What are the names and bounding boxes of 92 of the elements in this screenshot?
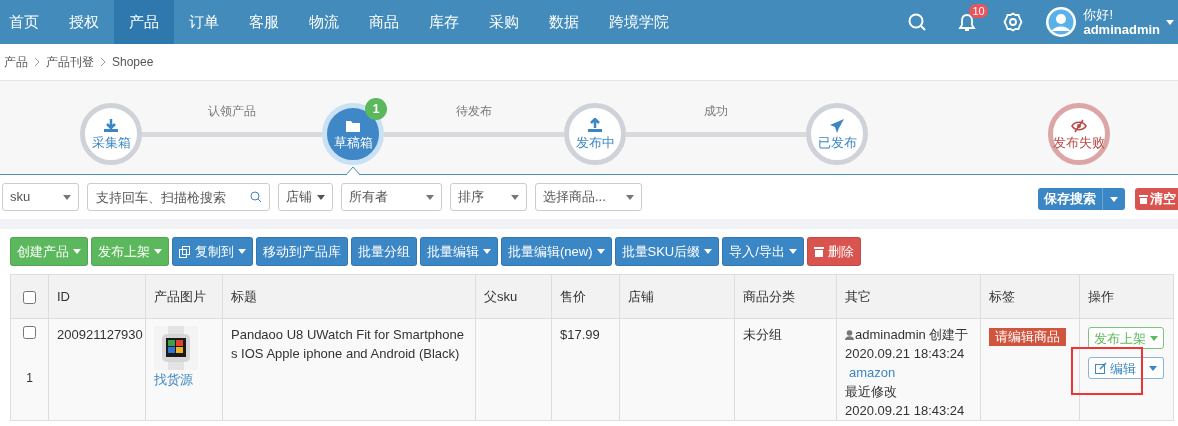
nav-tab[interactable]: 库存 [414,0,474,44]
column-header: 店铺 [628,288,654,304]
nav-tab[interactable]: 客服 [234,0,294,44]
toolbar-button[interactable]: 批量分组 [351,237,417,266]
breadcrumb-link[interactable]: 产品刊登 [46,53,94,71]
edit-button[interactable]: 编辑 [1088,357,1143,379]
column-header: ID [57,288,70,304]
caret-icon [511,194,519,200]
status-tag: 请编辑商品 [989,328,1066,346]
caret-icon [1150,335,1158,341]
select-dropdown[interactable]: 选择商品... [535,183,642,211]
step-label: 成功 [703,103,729,120]
toolbar-button[interactable]: 批量编辑(new) [501,237,612,266]
toolbar-button[interactable]: 批量编辑 [420,237,498,266]
column-header: 其它 [845,288,871,304]
toolbar-button[interactable]: 创建产品 [10,237,88,266]
toolbar-button[interactable]: 移动到产品库 [256,237,348,266]
row-checkbox[interactable] [23,326,36,339]
user-name: adminadmin [1083,22,1160,37]
column-header: 售价 [560,288,586,304]
caret-icon [626,194,634,200]
caret-icon [1166,19,1174,25]
column-header: 产品图片 [154,288,206,304]
search-icon [908,13,927,31]
plane-icon [829,117,845,133]
toolbar-button[interactable]: 删除 [806,237,861,266]
step-button[interactable]: 发布中 [564,103,626,165]
notifications-button[interactable]: 10 [941,0,994,44]
trash-icon [813,246,824,257]
caret-icon [63,194,71,200]
search-icon [250,191,262,203]
copy-icon [179,245,191,258]
toolbar-button[interactable]: 批量SKU后缀 [614,237,720,266]
column-header: 商品分类 [743,288,795,304]
trash-icon [1139,194,1148,204]
nav-tab[interactable]: 采购 [474,0,534,44]
price: $17.99 [560,327,600,342]
caret-icon [317,194,325,200]
edit-menu-button[interactable] [1143,357,1164,379]
shop-dropdown[interactable]: 店铺 [278,183,333,211]
category: 未分组 [743,327,782,342]
user-icon [845,329,854,340]
select-dropdown[interactable]: 排序 [450,183,527,211]
row-number: 1 [25,369,34,387]
download-icon [103,117,119,133]
nav-tab[interactable]: 物流 [294,0,354,44]
eye-slash-icon [1071,117,1087,133]
created-time: 2020.09.21 18:43:24 [845,346,965,361]
product-id: 200921127930 [57,327,143,342]
count-badge: 1 [365,98,387,120]
nav-tab[interactable]: 数据 [534,0,594,44]
step-button[interactable]: 采集箱 [80,103,142,165]
toolbar-button[interactable]: 发布上架 [91,237,169,266]
caret-icon [426,194,434,200]
step-label: 待发布 [455,103,493,120]
source-link[interactable]: 找货源 [154,370,214,389]
column-header: 操作 [1088,288,1114,304]
search-field[interactable]: 支持回车、扫描枪搜索 [87,183,270,211]
notification-badge: 10 [969,4,988,18]
select-dropdown[interactable]: 所有者 [341,183,442,211]
nav-tab[interactable]: 授权 [54,0,114,44]
nav-tab[interactable]: 产品 [114,0,174,44]
creator-text: adminadmin 创建于 [855,326,969,344]
select-dropdown[interactable]: sku [2,183,79,211]
publish-button[interactable]: 发布上架 [1088,327,1164,349]
upload-icon [587,117,603,133]
step-label: 认领产品 [207,103,257,120]
modified-label: 最近修改 [845,383,898,401]
nav-tab[interactable]: 首页 [0,0,54,44]
toolbar-button[interactable]: 复制到 [172,237,253,266]
nav-tab[interactable]: 订单 [174,0,234,44]
breadcrumb-link[interactable]: Shopee [112,53,154,71]
select-all-checkbox[interactable] [23,290,36,304]
user-greeting: 你好! [1083,7,1115,22]
nav-tab[interactable]: 跨境学院 [594,0,684,44]
clear-button[interactable]: 清空 [1135,188,1178,210]
avatar-icon [1045,6,1078,38]
column-header: 父sku [484,288,518,304]
caret-icon [1149,365,1157,371]
toolbar-button[interactable]: 导入/导出 [722,237,804,266]
nav-tab[interactable]: 商品 [354,0,414,44]
settings-icon [1003,12,1024,32]
breadcrumb-link[interactable]: 产品 [4,53,28,71]
source-link[interactable]: amazon [849,365,896,380]
modified-time: 2020.09.21 18:43:24 [845,402,966,420]
step-button[interactable]: 已发布 [806,103,868,165]
column-header: 标签 [989,288,1015,304]
product-title: Pandaoo U8 UWatch Fit for Smartphones IOS Apple iphone and Android (Black) [231,327,464,361]
caret-icon [1110,196,1118,202]
edit-icon [1095,362,1107,374]
step-button[interactable]: 发布失败 [1048,103,1110,165]
column-header: 标题 [231,288,257,304]
